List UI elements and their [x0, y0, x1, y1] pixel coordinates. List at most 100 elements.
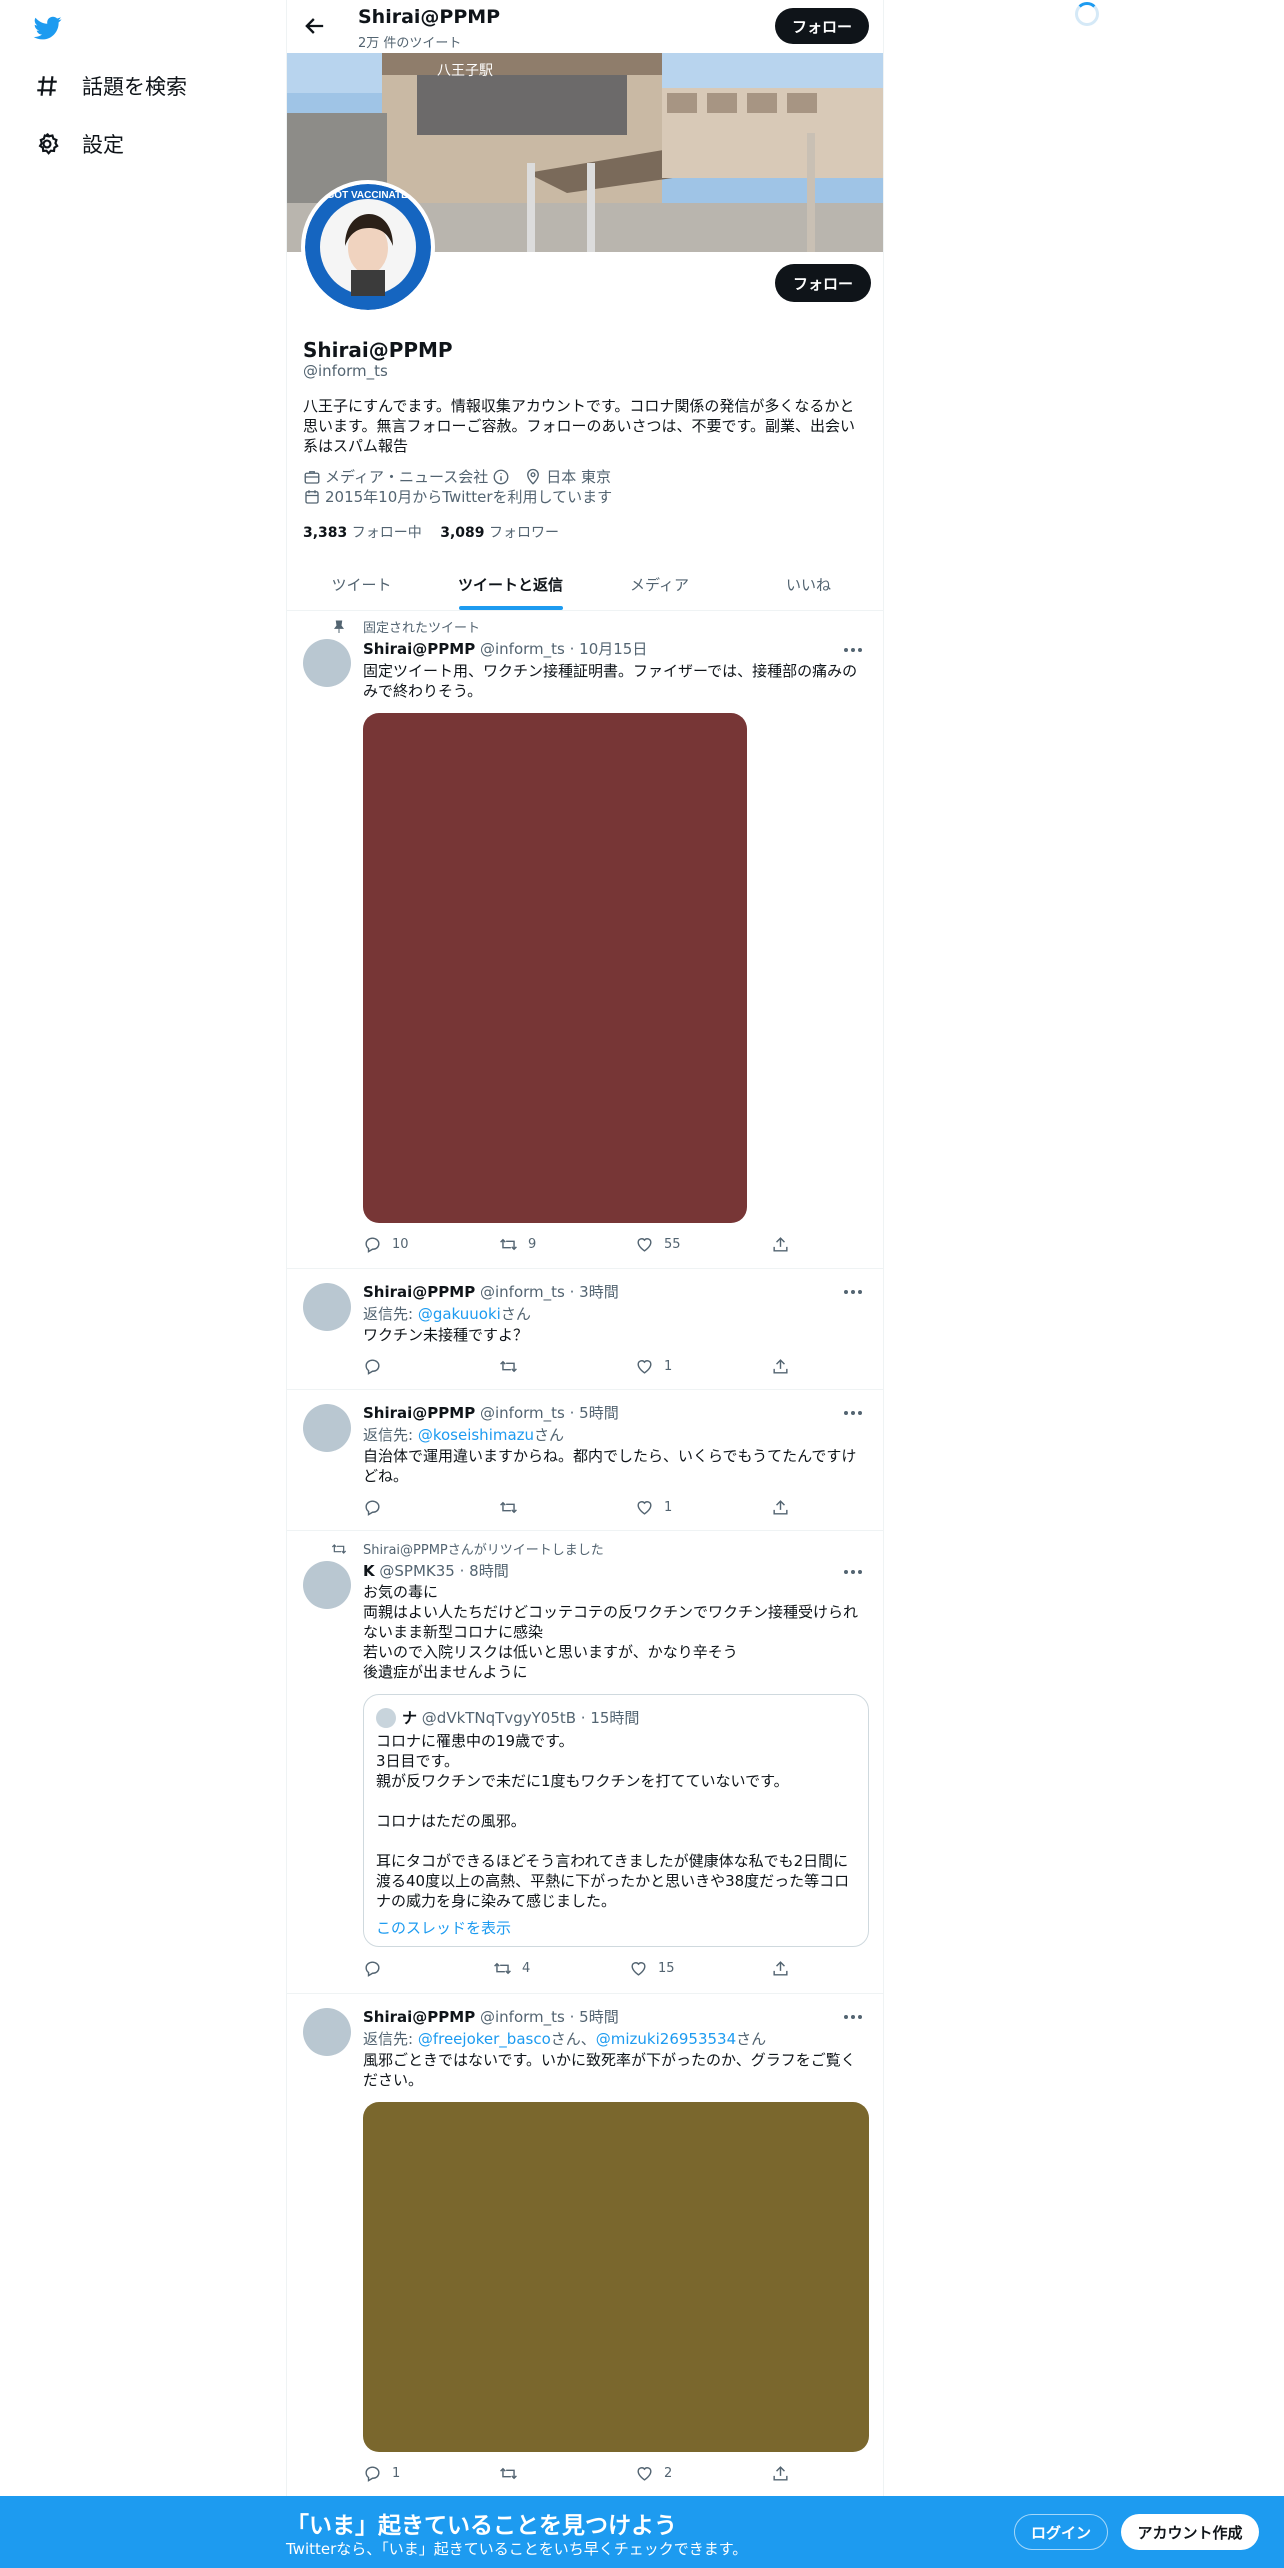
reply-button[interactable]	[363, 1498, 392, 1517]
back-arrow-icon[interactable]	[301, 12, 329, 40]
nav-settings[interactable]: 設定	[34, 124, 124, 164]
author-name[interactable]: Shirai@PPMP	[363, 640, 475, 658]
author-handle[interactable]: @inform_ts	[480, 640, 565, 658]
tweet-image[interactable]	[363, 2102, 869, 2452]
like-button[interactable]: 15	[629, 1959, 675, 1978]
tweet-text: お気の毒に 両親はよい人たちだけどコッテコテの反ワクチンでワクチン接種受けられな…	[363, 1583, 859, 1681]
retweet-button[interactable]	[499, 1357, 528, 1376]
followers-link[interactable]: 3,089 フォロワー	[440, 525, 559, 541]
like-count: 1	[664, 1500, 673, 1515]
heart-icon	[637, 1360, 652, 1374]
tweet-time[interactable]: 5時間	[579, 2008, 619, 2026]
reply-button[interactable]	[363, 1357, 392, 1376]
reply-to-line: 返信先: @freejoker_bascoさん、@mizuki26953534さ…	[363, 2028, 766, 2049]
profile-joined: 2015年10月からTwitterを利用しています	[325, 488, 613, 506]
pinned-label: 固定されたツイート	[363, 621, 481, 636]
show-thread-link[interactable]: このスレッドを表示	[376, 1917, 511, 1938]
nav-explore-label: 話題を検索	[82, 75, 187, 99]
profile-avatar[interactable]: I GOT VACCINATED	[301, 180, 435, 314]
retweet-context-label: Shirai@PPMPさんがリツイートしました	[363, 1543, 604, 1558]
reply-to-link[interactable]: @freejoker_basco	[418, 2030, 551, 2048]
author-name[interactable]: K	[363, 1562, 375, 1580]
author-handle[interactable]: @inform_ts	[480, 2008, 565, 2026]
retweet-button[interactable]: 4	[493, 1959, 530, 1978]
tweet-retweet[interactable]: Shirai@PPMPさんがリツイートしました K @SPMK35 · 8時間 …	[287, 1531, 883, 1994]
like-button[interactable]: 1	[635, 1357, 672, 1376]
followers-count: 3,089	[440, 525, 485, 541]
author-name[interactable]: Shirai@PPMP	[363, 1404, 475, 1422]
retweet-icon	[331, 1543, 347, 1554]
avatar[interactable]	[303, 1561, 351, 1609]
profile-follow-button[interactable]: フォロー	[775, 264, 871, 302]
avatar[interactable]	[303, 1283, 351, 1331]
tab-likes[interactable]: いいね	[734, 558, 883, 610]
like-button[interactable]: 2	[635, 2464, 672, 2483]
more-icon[interactable]	[841, 1403, 865, 1423]
reply-to-link[interactable]: @koseishimazu	[418, 1426, 534, 1444]
like-count: 2	[664, 2466, 673, 2481]
share-button[interactable]	[771, 1959, 800, 1978]
tweet-time[interactable]: 3時間	[579, 1283, 619, 1301]
tweet-time[interactable]: 10月15日	[579, 640, 647, 658]
author-handle[interactable]: @SPMK35	[379, 1562, 454, 1580]
following-link[interactable]: 3,383 フォロー中	[303, 525, 422, 541]
reply-to-link-2[interactable]: @mizuki26953534	[596, 2030, 736, 2048]
more-icon[interactable]	[841, 2007, 865, 2027]
svg-text:八王子駅: 八王子駅	[437, 62, 493, 78]
quoted-tweet[interactable]: ナ @dVkTNqTvgyY05tB · 15時間 コロナに罹患中の19歳です。…	[363, 1694, 869, 1947]
tweet-actions: 1 2	[363, 2464, 793, 2484]
reply-button[interactable]	[363, 1959, 392, 1978]
retweet-button[interactable]: 9	[499, 1235, 536, 1254]
author-name[interactable]: Shirai@PPMP	[363, 1283, 475, 1301]
signup-button[interactable]: アカウント作成	[1121, 2514, 1259, 2550]
like-button[interactable]: 55	[635, 1235, 681, 1254]
tab-media[interactable]: メディア	[585, 558, 734, 610]
reply-suffix: さん	[500, 1305, 531, 1323]
tweet-time[interactable]: 5時間	[579, 1404, 619, 1422]
author-handle[interactable]: @inform_ts	[480, 1404, 565, 1422]
reply-icon	[365, 1359, 380, 1375]
tweet-pinned[interactable]: 固定されたツイート Shirai@PPMP @inform_ts · 10月15…	[287, 611, 883, 1269]
share-icon	[773, 1237, 788, 1252]
following-label: フォロー中	[351, 525, 422, 541]
reply-button[interactable]: 10	[363, 1235, 409, 1254]
share-button[interactable]	[771, 1235, 800, 1254]
profile-header-bar: Shirai@PPMP 2万 件のツイート フォロー	[287, 0, 883, 53]
login-button[interactable]: ログイン	[1014, 2514, 1108, 2550]
retweet-button[interactable]	[499, 2464, 528, 2483]
author-name[interactable]: Shirai@PPMP	[363, 2008, 475, 2026]
share-icon	[773, 2466, 788, 2481]
tweet-reply-3[interactable]: Shirai@PPMP @inform_ts · 5時間 返信先: @freej…	[287, 1994, 883, 2496]
tab-tweets[interactable]: ツイート	[287, 558, 436, 610]
tweet-image[interactable]	[363, 713, 747, 1223]
avatar[interactable]	[303, 639, 351, 687]
info-icon[interactable]	[492, 468, 510, 486]
tweet-reply-1[interactable]: Shirai@PPMP @inform_ts · 3時間 返信先: @gakuu…	[287, 1269, 883, 1390]
tweet-time[interactable]: 8時間	[469, 1562, 509, 1580]
like-button[interactable]: 1	[635, 1498, 672, 1517]
nav-explore[interactable]: 話題を検索	[34, 66, 187, 106]
share-button[interactable]	[771, 1357, 800, 1376]
profile-column: Shirai@PPMP 2万 件のツイート フォロー 八王子駅 I GOT VA…	[286, 0, 884, 2568]
tab-tweets-and-replies[interactable]: ツイートと返信	[436, 558, 585, 610]
tweet-reply-2[interactable]: Shirai@PPMP @inform_ts · 5時間 返信先: @kosei…	[287, 1390, 883, 1531]
more-icon[interactable]	[841, 640, 865, 660]
header-name: Shirai@PPMP	[358, 6, 501, 28]
reply-suffix: さん	[736, 2030, 767, 2048]
reply-button[interactable]: 1	[363, 2464, 400, 2483]
retweet-button[interactable]	[499, 1498, 528, 1517]
heart-icon	[637, 1238, 652, 1252]
header-follow-button[interactable]: フォロー	[775, 8, 869, 44]
twitter-logo-icon[interactable]	[32, 14, 64, 42]
share-button[interactable]	[771, 1498, 800, 1517]
reply-to-link[interactable]: @gakuuoki	[418, 1305, 501, 1323]
share-button[interactable]	[771, 2464, 800, 2483]
avatar[interactable]	[303, 2008, 351, 2056]
author-handle[interactable]: @inform_ts	[480, 1283, 565, 1301]
more-icon[interactable]	[841, 1562, 865, 1582]
tweet-text: 風邪ごときではないです。いかに致死率が下がったのか、グラフをご覧ください。	[363, 2051, 856, 2089]
more-icon[interactable]	[841, 1282, 865, 1302]
reply-prefix: 返信先:	[363, 1426, 418, 1444]
avatar[interactable]	[303, 1404, 351, 1452]
reply-prefix: 返信先:	[363, 2030, 418, 2048]
